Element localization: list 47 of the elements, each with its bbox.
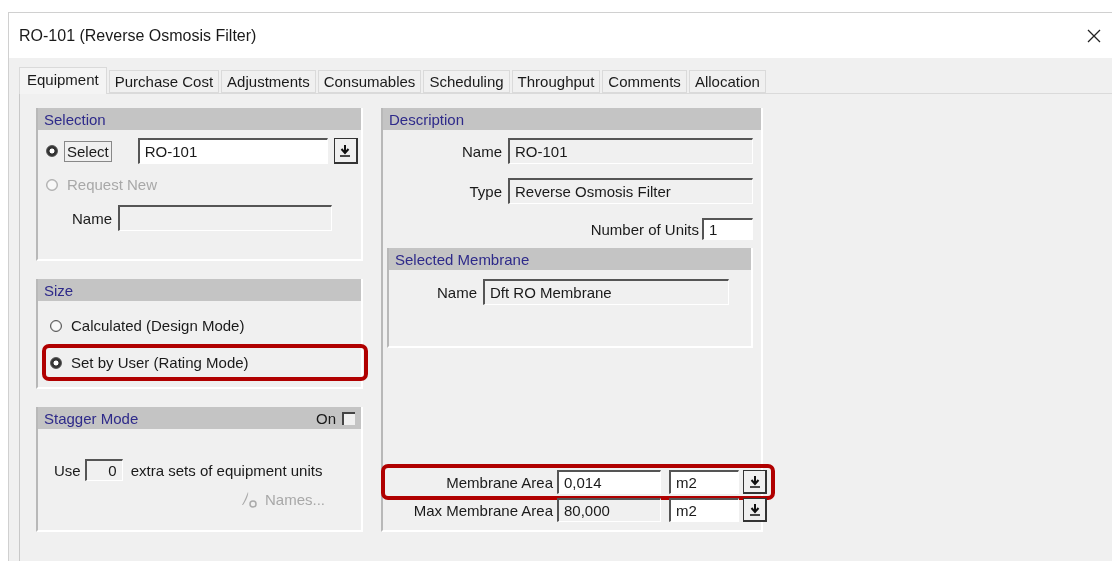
tab[interactable]: Equipment bbox=[19, 67, 107, 94]
count-field[interactable]: 0 bbox=[84, 459, 123, 481]
radio-label: Request New bbox=[66, 175, 159, 195]
tab[interactable]: Allocation bbox=[688, 70, 766, 93]
group-title: Size bbox=[44, 281, 74, 299]
text-field[interactable]: Reverse Osmosis Filter bbox=[508, 178, 753, 204]
text-field[interactable]: RO-101 bbox=[508, 138, 753, 164]
field-label: Use bbox=[54, 461, 81, 479]
group-title: Selected Membrane bbox=[395, 250, 530, 268]
tab[interactable]: Scheduling bbox=[423, 70, 510, 93]
field-label: Max Membrane Area bbox=[413, 501, 553, 519]
close-icon bbox=[1086, 27, 1102, 44]
combo-field[interactable]: RO-101 bbox=[137, 138, 328, 164]
checkbox-label: On bbox=[316, 409, 336, 427]
radio-label: Select bbox=[64, 140, 112, 162]
radio-button[interactable] bbox=[46, 145, 58, 157]
radio-label: Calculated (Design Mode) bbox=[70, 316, 246, 336]
radio-label: Set by User (Rating Mode) bbox=[70, 353, 250, 373]
area-field[interactable]: 0,014 bbox=[557, 470, 661, 494]
unit-field[interactable]: m2 bbox=[669, 470, 739, 494]
window-title: RO-101 (Reverse Osmosis Filter) bbox=[19, 26, 257, 45]
name-field[interactable] bbox=[118, 205, 332, 231]
field-label: Membrane Area bbox=[446, 473, 553, 491]
field-label: Name bbox=[72, 209, 112, 227]
down-arrow-icon bbox=[748, 475, 761, 488]
field-label: Name bbox=[437, 283, 477, 301]
field-label: Type bbox=[469, 182, 502, 200]
checkbox[interactable] bbox=[342, 411, 355, 425]
tab[interactable]: Consumables bbox=[317, 70, 422, 93]
field-label: extra sets of equipment units bbox=[130, 461, 323, 479]
radio-button[interactable] bbox=[50, 356, 62, 369]
dropdown-button[interactable] bbox=[743, 470, 767, 494]
down-arrow-icon bbox=[339, 144, 352, 157]
tab[interactable]: Comments bbox=[602, 70, 687, 93]
field-label: Number of Units bbox=[590, 220, 699, 238]
radio-button[interactable] bbox=[50, 319, 62, 332]
units-field[interactable]: 1 bbox=[702, 218, 753, 240]
tab[interactable]: Adjustments bbox=[221, 70, 316, 93]
tab[interactable]: Throughput bbox=[511, 70, 601, 93]
group-title: Selection bbox=[44, 110, 106, 128]
down-arrow-icon bbox=[748, 503, 761, 516]
field-label: Name bbox=[462, 142, 502, 160]
group-title: Description bbox=[389, 110, 465, 128]
group-title: Stagger Mode bbox=[44, 409, 139, 427]
dropdown-button[interactable] bbox=[333, 138, 358, 164]
membrane-name-field[interactable]: Dft RO Membrane bbox=[483, 279, 729, 305]
tab[interactable]: Purchase Cost bbox=[108, 70, 220, 93]
